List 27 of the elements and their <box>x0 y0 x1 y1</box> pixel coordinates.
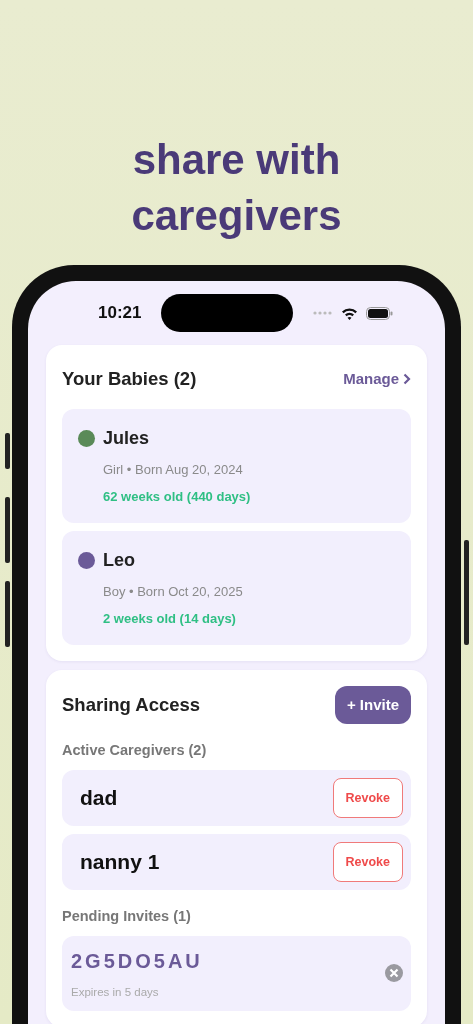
baby-item[interactable]: Jules Girl • Born Aug 20, 2024 62 weeks old (440 days) <box>62 408 411 523</box>
revoke-button[interactable]: Revoke <box>332 777 403 819</box>
chevron-icon <box>403 372 411 385</box>
section-title: Your Babies (2) <box>62 367 197 391</box>
caregiver-name: dad <box>80 785 118 812</box>
baby-name: Leo <box>103 548 135 572</box>
baby-details: Boy • Born Oct 20, 2025 <box>103 582 244 601</box>
battery-icon <box>366 306 393 320</box>
baby-name: Jules <box>103 426 150 450</box>
revoke-button[interactable]: Revoke <box>332 841 403 883</box>
baby-age: 62 weeks old (440 days) <box>103 488 252 507</box>
invite-button[interactable]: + Invite <box>334 685 411 725</box>
section-label: Active Caregivers (2) <box>62 741 208 761</box>
expiry-text: Expires in 5 days <box>71 984 160 1000</box>
baby-age: 2 weeks old (14 days) <box>103 610 237 629</box>
baby-details: Girl • Born Aug 20, 2024 <box>103 460 244 479</box>
baby-item[interactable]: Leo Boy • Born Oct 20, 2025 2 weeks old (14 days) <box>62 530 411 645</box>
caregiver-name: nanny 1 <box>80 849 160 876</box>
close-icon[interactable] <box>385 964 403 983</box>
signal-icon <box>313 311 333 315</box>
headline: share with caregivers <box>130 135 343 241</box>
section-label: Pending Invites (1) <box>62 907 192 926</box>
status-time: 10:21 <box>98 302 142 325</box>
wifi-icon <box>341 306 358 320</box>
section-title: Sharing Access <box>62 693 201 718</box>
manage-link[interactable]: Manage <box>343 367 411 391</box>
invite-code: 2G5DO5AU <box>71 948 203 974</box>
